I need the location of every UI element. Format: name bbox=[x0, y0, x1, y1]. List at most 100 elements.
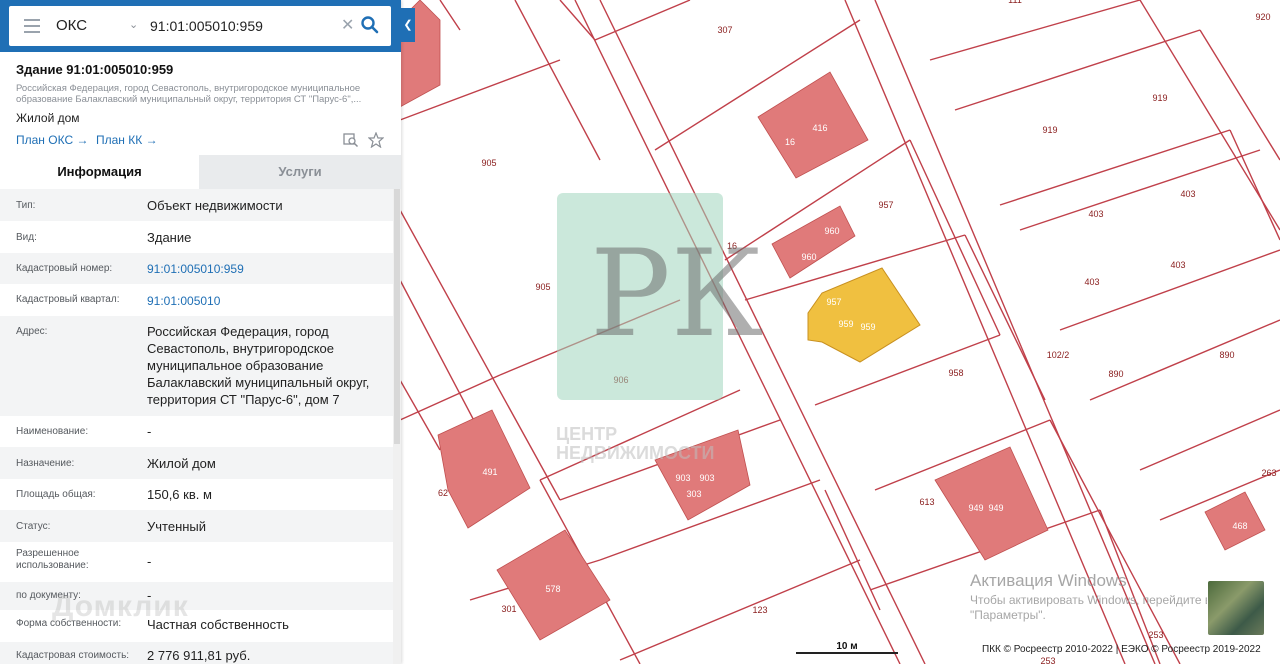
table-row: Наименование: - bbox=[0, 416, 393, 447]
object-type-select[interactable]: ОКС bbox=[56, 17, 87, 34]
building-label: 957 bbox=[826, 297, 841, 307]
tab-services[interactable]: Услуги bbox=[199, 155, 401, 189]
search-bar: ОКС ⌄ ✕ bbox=[0, 0, 401, 52]
row-key: Площадь общая: bbox=[16, 489, 96, 500]
tab-information[interactable]: Информация bbox=[0, 155, 199, 189]
row-value: Объект недвижимости bbox=[147, 198, 283, 213]
parcel-label: 905 bbox=[481, 158, 496, 168]
row-value: - bbox=[147, 554, 152, 569]
table-row: Тип: Объект недвижимости bbox=[0, 189, 393, 221]
building-label: 960 bbox=[824, 226, 839, 236]
cadastral-number-link[interactable]: 91:01:005010:959 bbox=[147, 261, 387, 278]
row-value: Российская Федерация, город Севастополь,… bbox=[147, 324, 370, 407]
parcel-label: 613 bbox=[919, 497, 934, 507]
parcel-label: 62 bbox=[438, 488, 448, 498]
collapse-panel-button[interactable]: ❮ bbox=[401, 8, 415, 42]
parcel-label: 905 bbox=[535, 282, 550, 292]
object-title: Здание 91:01:005010:959 bbox=[16, 62, 174, 77]
domclick-watermark: Домклик bbox=[52, 590, 189, 623]
parcel-label: 403 bbox=[1088, 209, 1103, 219]
table-row: Адрес: Российская Федерация, город Севаст… bbox=[0, 316, 393, 416]
building-label: 416 bbox=[812, 123, 827, 133]
arrow-right-icon: → bbox=[145, 133, 158, 147]
parcel-label: 123 bbox=[752, 605, 767, 615]
table-row: Кадастровая стоимость: 2 776 911,81 руб. bbox=[0, 642, 393, 664]
building-label: 903 bbox=[675, 473, 690, 483]
row-key: Кадастровый квартал: bbox=[16, 294, 120, 305]
row-key: Разрешенное использование: bbox=[16, 548, 89, 571]
search-icon[interactable] bbox=[360, 15, 380, 35]
parcel-label: 958 bbox=[948, 368, 963, 378]
menu-icon[interactable] bbox=[24, 19, 40, 33]
building-label: 959 bbox=[838, 319, 853, 329]
building-label: 16 bbox=[785, 137, 795, 147]
table-row: Кадастровый квартал: 91:01:005010 bbox=[0, 284, 393, 316]
plan-oks-link[interactable]: План ОКС → bbox=[16, 133, 88, 147]
basemap-switcher[interactable] bbox=[1207, 580, 1265, 636]
clear-icon[interactable]: ✕ bbox=[341, 15, 354, 35]
row-value: Учтенный bbox=[147, 519, 207, 534]
parcel-label: 919 bbox=[1152, 93, 1167, 103]
object-kind: Жилой дом bbox=[16, 111, 80, 125]
row-key: Статус: bbox=[16, 521, 51, 532]
cadastral-quarter-link[interactable]: 91:01:005010 bbox=[147, 293, 387, 310]
parcel-label: 111 bbox=[1008, 0, 1022, 5]
plan-kk-link[interactable]: План КК → bbox=[96, 133, 158, 147]
watermark-letters: РК bbox=[590, 225, 764, 364]
table-row: Кадастровый номер: 91:01:005010:959 bbox=[0, 253, 393, 284]
building-label: 903 bbox=[699, 473, 714, 483]
building-label: 578 bbox=[545, 584, 560, 594]
row-key: Адрес: bbox=[16, 326, 48, 337]
parcel-label: 890 bbox=[1108, 369, 1123, 379]
row-key: Вид: bbox=[16, 232, 37, 243]
parcel-label: 253 bbox=[1040, 656, 1055, 664]
building-shape[interactable] bbox=[771, 205, 856, 279]
building-label: 949 bbox=[988, 503, 1003, 513]
parcel-label: 920 bbox=[1255, 12, 1270, 22]
watermark-text: ЦЕНТР НЕДВИЖИМОСТИ bbox=[556, 424, 715, 463]
selected-building[interactable] bbox=[807, 267, 921, 363]
row-key: Наименование: bbox=[16, 426, 89, 437]
parcel-label: 102/2 bbox=[1047, 350, 1070, 360]
zoom-to-object-icon[interactable] bbox=[343, 132, 359, 148]
row-value: Жилой дом bbox=[147, 456, 216, 471]
buildings-layer[interactable] bbox=[399, 0, 1266, 641]
object-address-short: Российская Федерация, город Севастополь,… bbox=[16, 83, 362, 105]
search-input[interactable] bbox=[150, 14, 340, 38]
panel-scrollbar[interactable] bbox=[393, 189, 401, 664]
building-label: 491 bbox=[482, 467, 497, 477]
map-scale: 10 м bbox=[796, 641, 898, 655]
parcel-label: 957 bbox=[878, 200, 893, 210]
table-row: Разрешенное использование: - bbox=[0, 542, 393, 582]
table-row: Вид: Здание bbox=[0, 221, 393, 253]
building-label: 303 bbox=[686, 489, 701, 499]
star-icon[interactable] bbox=[368, 132, 384, 148]
copyright-text: ПКК © Росреестр 2010-2022 | ЕЭКО © Росре… bbox=[982, 644, 1261, 655]
parcel-label: 890 bbox=[1219, 350, 1234, 360]
table-row: Назначение: Жилой дом bbox=[0, 447, 393, 479]
search-box: ОКС ⌄ ✕ bbox=[9, 6, 391, 46]
building-label: 960 bbox=[801, 252, 816, 262]
parcel-label: 307 bbox=[717, 25, 732, 35]
scroll-thumb[interactable] bbox=[394, 189, 400, 444]
table-row: Площадь общая: 150,6 кв. м bbox=[0, 479, 393, 510]
scale-bar bbox=[796, 652, 898, 654]
building-label: 949 bbox=[968, 503, 983, 513]
row-key: Назначение: bbox=[16, 458, 75, 469]
row-value: - bbox=[147, 424, 152, 439]
plan-kk-label: План КК bbox=[96, 133, 143, 147]
parcel-label: 301 bbox=[501, 604, 516, 614]
parcel-label: 919 bbox=[1042, 125, 1057, 135]
row-value: Здание bbox=[147, 230, 192, 245]
row-key: Тип: bbox=[16, 200, 36, 211]
plan-oks-label: План ОКС bbox=[16, 133, 74, 147]
row-key: Кадастровая стоимость: bbox=[16, 650, 130, 661]
arrow-right-icon: → bbox=[76, 133, 89, 147]
row-value: 2 776 911,81 руб. bbox=[147, 648, 251, 663]
parcel-label: 403 bbox=[1170, 260, 1185, 270]
parcel-label: 263 bbox=[1261, 468, 1276, 478]
info-panel: ОКС ⌄ ✕ Здание 91:01:005010:959 Российск… bbox=[0, 0, 401, 664]
parcel-label: 253 bbox=[1148, 630, 1163, 640]
panel-tabs: Информация Услуги bbox=[0, 155, 401, 189]
chevron-down-icon[interactable]: ⌄ bbox=[129, 18, 138, 31]
